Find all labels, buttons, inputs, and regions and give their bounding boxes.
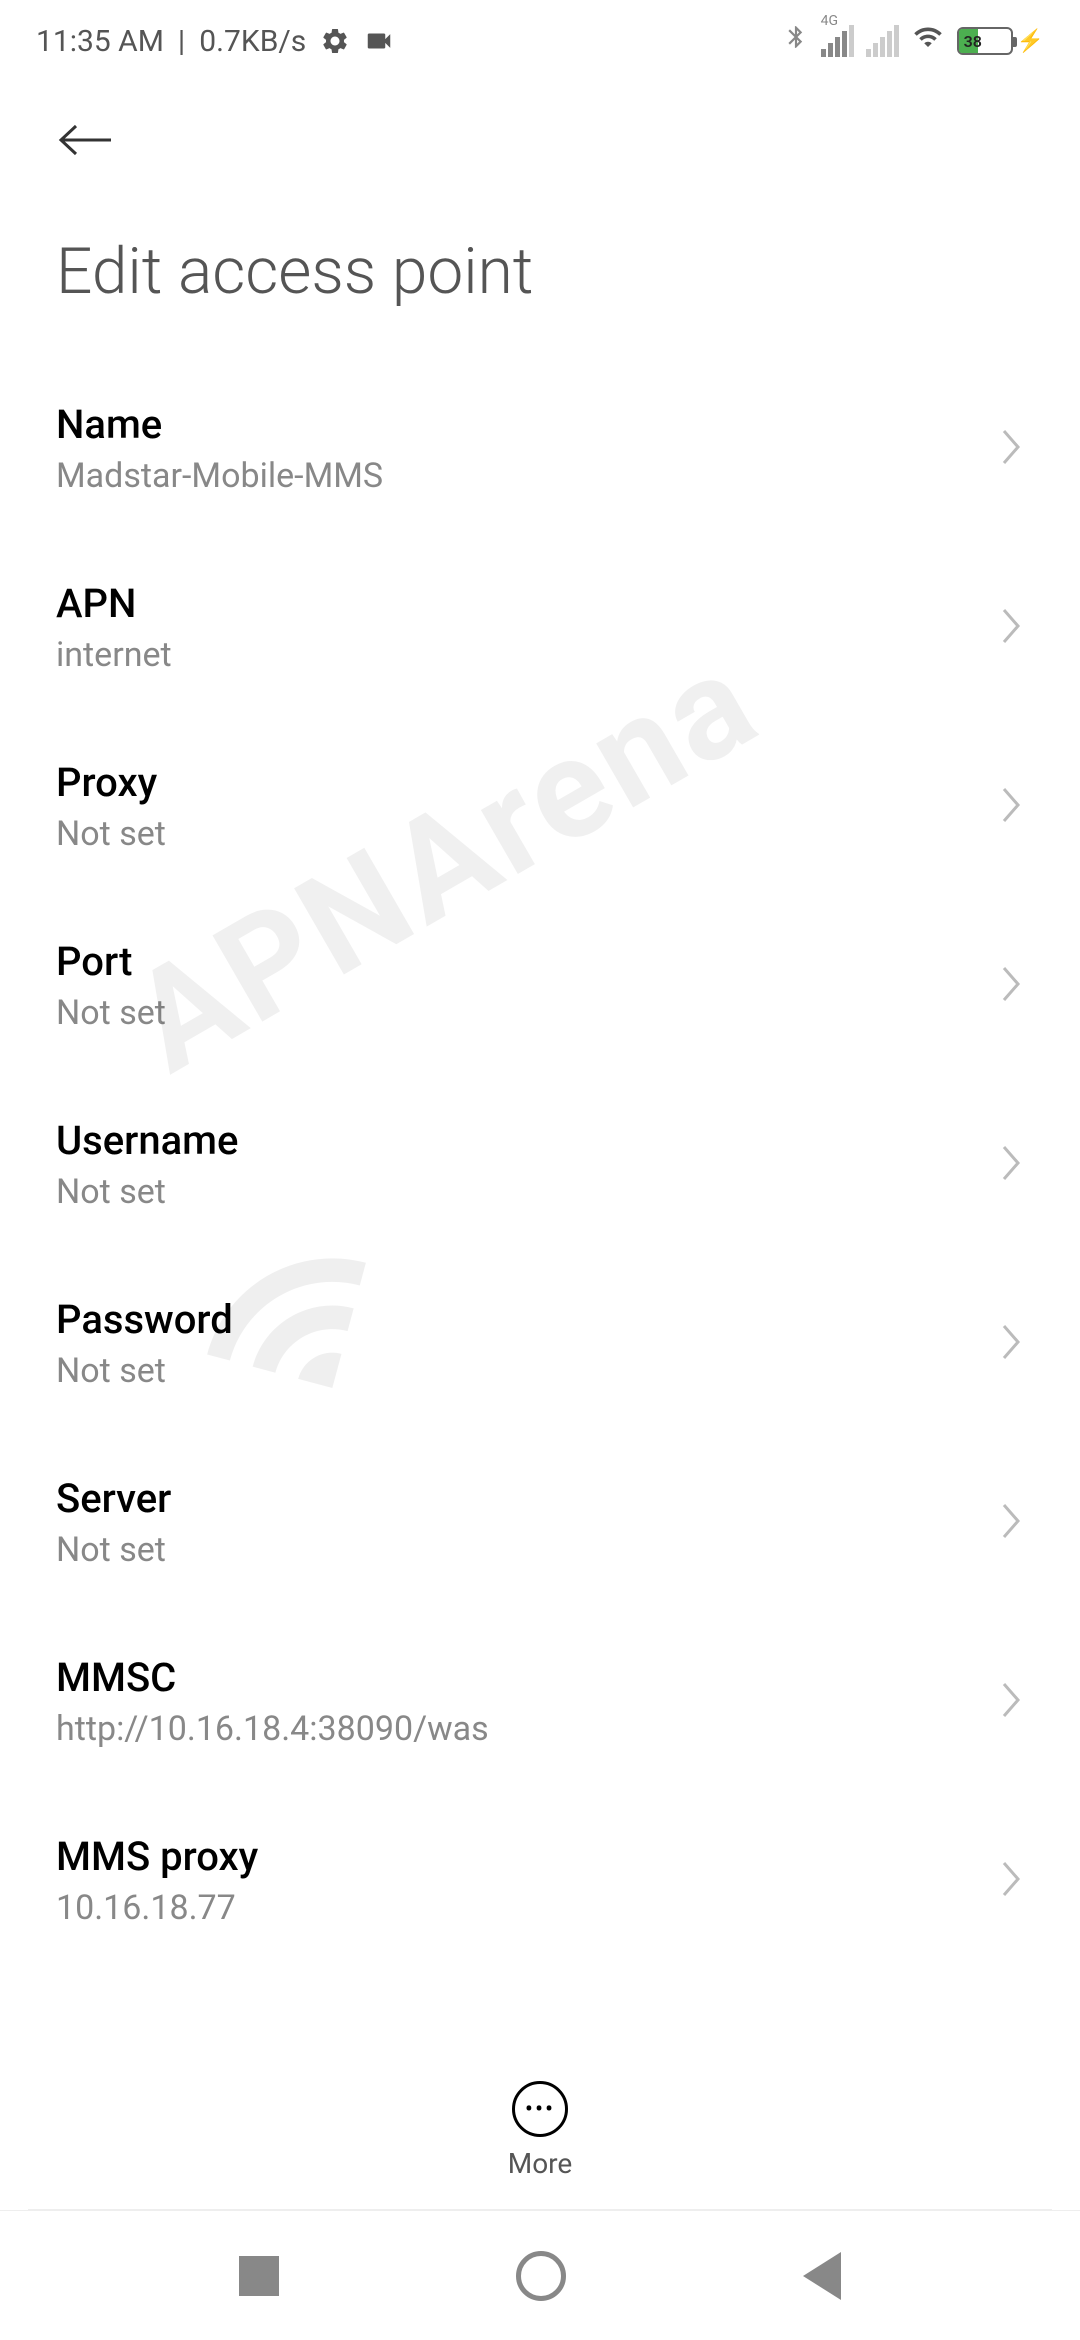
nav-recent-button[interactable] xyxy=(239,2256,279,2296)
setting-item-proxy[interactable]: Proxy Not set xyxy=(56,717,1024,896)
setting-label: APN xyxy=(56,580,172,627)
setting-label: MMS proxy xyxy=(56,1833,258,1880)
page-title: Edit access point xyxy=(0,194,1080,359)
setting-item-port[interactable]: Port Not set xyxy=(56,896,1024,1075)
circle-icon xyxy=(516,2251,566,2301)
navigation-bar xyxy=(0,2210,1080,2340)
nav-home-button[interactable] xyxy=(516,2251,566,2301)
setting-item-name[interactable]: Name Madstar-Mobile-MMS xyxy=(56,359,1024,538)
status-time: 11:35 AM xyxy=(36,24,164,59)
setting-item-server[interactable]: Server Not set xyxy=(56,1433,1024,1612)
status-left: 11:35 AM | 0.7KB/s xyxy=(36,24,394,59)
chevron-right-icon xyxy=(1000,1501,1024,1545)
battery-indicator: 38 ⚡ xyxy=(957,27,1044,55)
chevron-right-icon xyxy=(1000,1322,1024,1366)
camera-icon xyxy=(364,26,394,56)
setting-label: Name xyxy=(56,401,383,448)
chevron-right-icon xyxy=(1000,1859,1024,1903)
nav-back-button[interactable] xyxy=(803,2252,841,2300)
charging-icon: ⚡ xyxy=(1017,29,1044,54)
setting-value: Not set xyxy=(56,1172,238,1212)
setting-label: Port xyxy=(56,938,166,985)
more-icon xyxy=(512,2081,568,2137)
status-bar: 11:35 AM | 0.7KB/s 4G xyxy=(0,0,1080,70)
chevron-right-icon xyxy=(1000,785,1024,829)
setting-value: Not set xyxy=(56,814,166,854)
battery-percent: 38 xyxy=(964,32,982,51)
setting-value: Not set xyxy=(56,1351,233,1391)
square-icon xyxy=(239,2256,279,2296)
wifi-icon xyxy=(911,22,945,60)
chevron-right-icon xyxy=(1000,1143,1024,1187)
gear-icon xyxy=(320,26,350,56)
more-button[interactable]: More xyxy=(508,2081,573,2180)
setting-label: Username xyxy=(56,1117,238,1164)
setting-label: Password xyxy=(56,1296,233,1343)
setting-item-apn[interactable]: APN internet xyxy=(56,538,1024,717)
signal-sim2 xyxy=(866,25,899,57)
signal-sim1: 4G xyxy=(821,25,854,57)
back-button[interactable] xyxy=(56,110,118,174)
bottom-bar: More xyxy=(0,2081,1080,2180)
chevron-right-icon xyxy=(1000,1680,1024,1724)
setting-value: Madstar-Mobile-MMS xyxy=(56,456,383,496)
setting-item-password[interactable]: Password Not set xyxy=(56,1254,1024,1433)
setting-label: MMSC xyxy=(56,1654,489,1701)
setting-item-username[interactable]: Username Not set xyxy=(56,1075,1024,1254)
status-right: 4G 38 ⚡ xyxy=(783,22,1044,60)
bluetooth-icon xyxy=(783,22,809,60)
setting-label: Server xyxy=(56,1475,171,1522)
network-type-label: 4G xyxy=(821,13,838,29)
more-label: More xyxy=(508,2147,573,2180)
setting-value: internet xyxy=(56,635,172,675)
settings-list: Name Madstar-Mobile-MMS APN internet Pro… xyxy=(0,359,1080,1970)
setting-value: 10.16.18.77 xyxy=(56,1888,258,1928)
chevron-right-icon xyxy=(1000,427,1024,471)
chevron-right-icon xyxy=(1000,606,1024,650)
setting-item-mmsc[interactable]: MMSC http://10.16.18.4:38090/was xyxy=(56,1612,1024,1791)
triangle-icon xyxy=(803,2252,841,2300)
setting-item-mms-proxy[interactable]: MMS proxy 10.16.18.77 xyxy=(56,1791,1024,1970)
setting-label: Proxy xyxy=(56,759,166,806)
setting-value: Not set xyxy=(56,1530,171,1570)
status-divider: | xyxy=(178,24,185,59)
setting-value: Not set xyxy=(56,993,166,1033)
setting-value: http://10.16.18.4:38090/was xyxy=(56,1709,489,1749)
status-speed: 0.7KB/s xyxy=(199,24,306,59)
header xyxy=(0,70,1080,194)
chevron-right-icon xyxy=(1000,964,1024,1008)
